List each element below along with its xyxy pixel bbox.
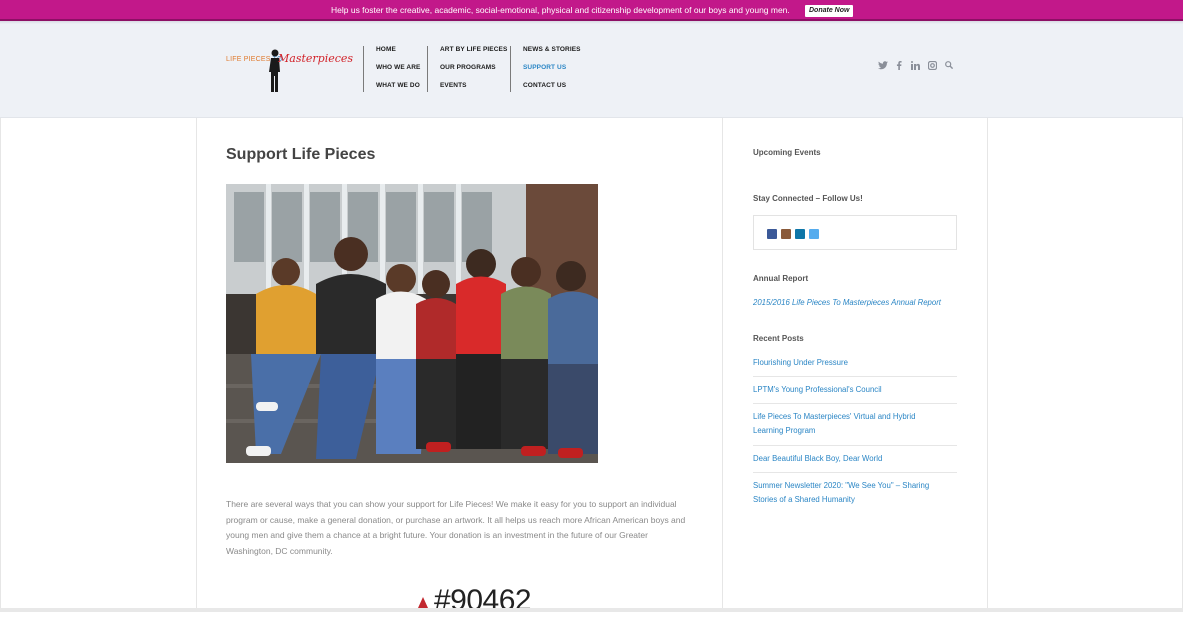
instagram-icon[interactable] — [781, 229, 791, 239]
recent-post-divider — [753, 403, 957, 404]
instagram-icon[interactable] — [928, 61, 937, 70]
sidebar-heading-recent-posts: Recent Posts — [753, 334, 804, 343]
content-border-right — [987, 118, 988, 612]
donate-now-button[interactable]: Donate Now — [805, 5, 854, 17]
nav-separator — [363, 46, 364, 92]
nav-our-programs[interactable]: OUR PROGRAMS — [440, 64, 507, 82]
recent-post-divider — [753, 445, 957, 446]
recent-post-link[interactable]: Flourishing Under Pressure — [753, 356, 953, 370]
annual-report-link[interactable]: 2015/2016 Life Pieces To Masterpieces An… — [753, 296, 953, 310]
nav-events[interactable]: EVENTS — [440, 82, 507, 100]
linkedin-icon[interactable] — [795, 229, 805, 239]
sidebar-heading-annual-report: Annual Report — [753, 274, 809, 283]
site-header: LIFE PIECES TO Masterpieces HOME WHO WE … — [0, 24, 1183, 118]
page-edge — [0, 118, 1, 612]
nav-who-we-are[interactable]: WHO WE ARE — [376, 64, 420, 82]
nav-art-by-life-pieces[interactable]: ART BY LIFE PIECES — [440, 46, 507, 64]
search-icon[interactable] — [945, 61, 953, 69]
group-photo — [226, 184, 598, 463]
twitter-icon[interactable] — [878, 61, 888, 70]
content-border-left — [196, 118, 197, 612]
nav-contact-us[interactable]: CONTACT US — [523, 82, 581, 100]
announcement-banner: Help us foster the creative, academic, s… — [0, 0, 1183, 21]
nav-separator — [427, 46, 428, 92]
page-title: Support Life Pieces — [226, 146, 376, 163]
content-sidebar-divider — [722, 118, 723, 612]
facebook-icon[interactable] — [767, 229, 777, 239]
support-description: There are several ways that you can show… — [226, 499, 686, 556]
nav-home[interactable]: HOME — [376, 46, 420, 64]
banner-text: Help us foster the creative, academic, s… — [331, 5, 790, 15]
recent-post-link[interactable]: Dear Beautiful Black Boy, Dear World — [753, 452, 953, 466]
recent-post-divider — [753, 376, 957, 377]
sidebar-heading-stay-connected: Stay Connected – Follow Us! — [753, 194, 863, 203]
facebook-icon[interactable] — [896, 61, 902, 70]
nav-separator — [510, 46, 511, 92]
nav-column-1: HOME WHO WE ARE WHAT WE DO — [376, 46, 420, 100]
bottom-edge — [0, 608, 1183, 612]
nav-news-stories[interactable]: NEWS & STORIES — [523, 46, 581, 64]
site-logo[interactable]: LIFE PIECES TO Masterpieces — [226, 48, 354, 96]
nav-what-we-do[interactable]: WHAT WE DO — [376, 82, 420, 100]
follow-us-box — [753, 215, 957, 250]
recent-post-link[interactable]: Summer Newsletter 2020: "We See You" – S… — [753, 479, 953, 507]
nav-column-3: NEWS & STORIES SUPPORT US CONTACT US — [523, 46, 581, 100]
logo-text-right: Masterpieces — [278, 52, 354, 65]
recent-post-link[interactable]: Life Pieces To Masterpieces' Virtual and… — [753, 410, 943, 438]
recent-post-divider — [753, 472, 957, 473]
twitter-icon[interactable] — [809, 229, 819, 239]
linkedin-icon[interactable] — [911, 61, 920, 70]
recent-post-link[interactable]: LPTM's Young Professional's Council — [753, 383, 953, 397]
nav-support-us[interactable]: SUPPORT US — [523, 64, 581, 82]
hashtag-mark-icon — [418, 597, 428, 608]
nav-column-2: ART BY LIFE PIECES OUR PROGRAMS EVENTS — [440, 46, 507, 100]
sidebar-heading-upcoming-events: Upcoming Events — [753, 148, 821, 157]
hashtag-text: #90462 — [434, 584, 532, 617]
